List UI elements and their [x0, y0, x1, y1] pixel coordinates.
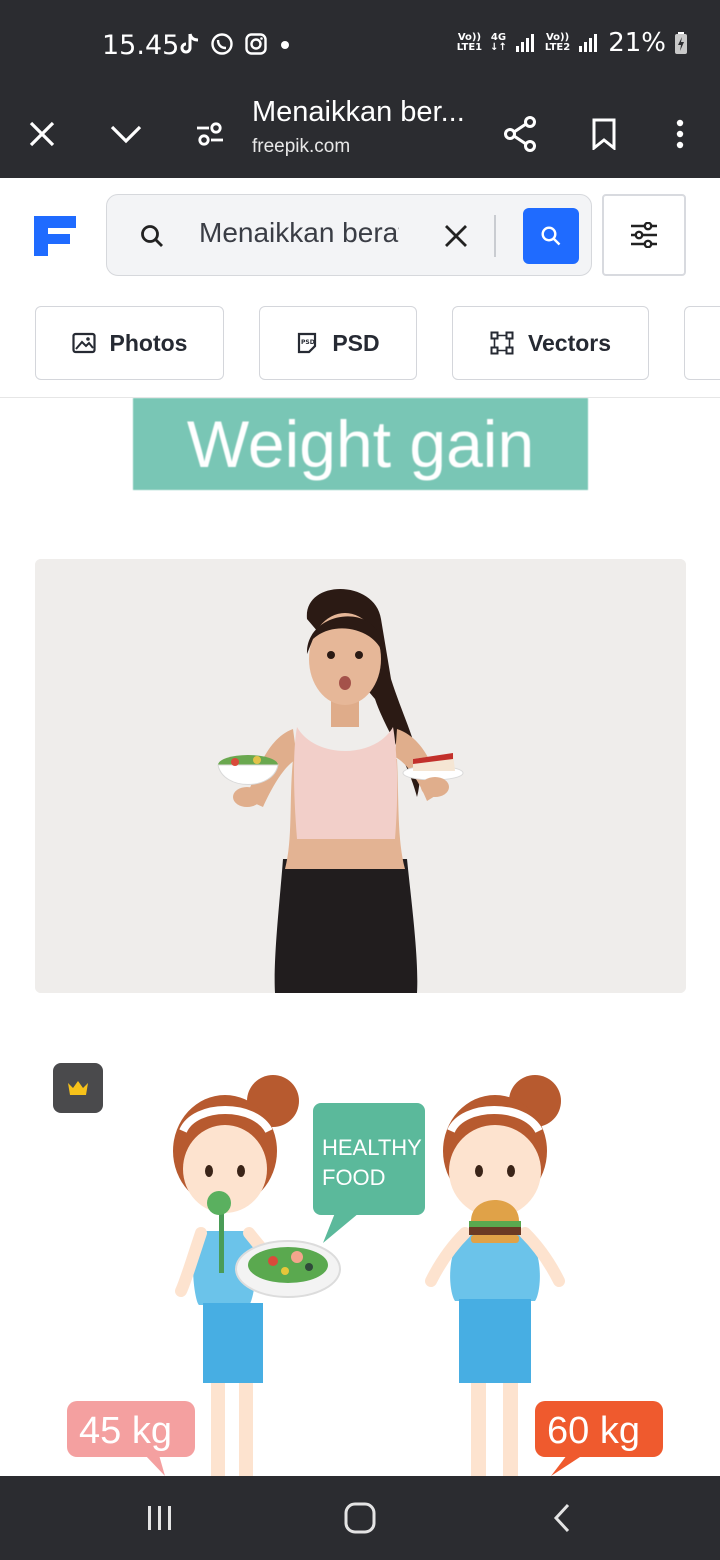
page-title: Menaikkan ber... [252, 96, 465, 128]
site-header: Menaikkan berat Photos PSD PSD Vectors [0, 178, 720, 398]
bubble-text-line1: HEALTHY [322, 1135, 422, 1160]
status-bar: 15.45 Vo)) LTE1 4G ↓↑ Vo)) LTE2 21% [0, 0, 720, 90]
bookmark-icon [592, 118, 616, 150]
filter-chip-more[interactable] [684, 306, 720, 380]
result-photo-card[interactable] [35, 559, 686, 993]
clear-search-icon[interactable] [441, 221, 471, 251]
filter-chip-label: Photos [109, 329, 188, 356]
sim2-label: Vo)) LTE2 [544, 32, 571, 53]
premium-badge [53, 1063, 103, 1113]
image-icon [71, 332, 96, 354]
battery-level: 21% [608, 28, 666, 58]
notification-dot-icon [281, 41, 289, 49]
search-input[interactable]: Menaikkan berat [199, 217, 399, 249]
battery-charging-icon [675, 32, 687, 54]
right-weight-label: 60 kg [547, 1410, 640, 1452]
results-grid: Weight gain HEALTHY FOOD 45 kg 60 kg [0, 398, 720, 1476]
share-icon [504, 116, 536, 152]
freepik-logo-icon [34, 216, 76, 256]
search-divider [494, 215, 496, 257]
bubble-text-line2: FOOD [322, 1165, 386, 1190]
banner-text: Weight gain [186, 407, 535, 481]
vectors-icon [490, 331, 514, 355]
status-time: 15.45 [102, 30, 180, 61]
signal-icon [579, 34, 598, 52]
minimize-tab-button[interactable] [98, 106, 154, 162]
search-icon [141, 225, 163, 247]
bookmark-button[interactable] [576, 106, 632, 162]
search-bar[interactable]: Menaikkan berat [106, 194, 592, 276]
woman-with-food-photo [35, 559, 686, 993]
search-submit-button[interactable] [523, 208, 579, 264]
svg-text:PSD: PSD [301, 339, 315, 346]
crown-icon [68, 1081, 88, 1095]
freepik-logo[interactable] [34, 216, 76, 256]
filters-button[interactable] [602, 194, 686, 276]
result-banner[interactable]: Weight gain [133, 398, 588, 490]
page-url: freepik.com [252, 136, 351, 157]
more-vert-icon [676, 119, 684, 149]
signal-icon [515, 34, 534, 52]
search-icon [541, 226, 561, 246]
network-type-label: 4G ↓↑ [490, 32, 507, 53]
result-illustration-card[interactable]: HEALTHY FOOD 45 kg 60 kg [35, 1053, 686, 1476]
whatsapp-icon [211, 33, 233, 55]
tiktok-icon [180, 33, 199, 54]
chevron-down-icon [110, 125, 142, 144]
tune-icon [197, 122, 223, 146]
filter-chip-label: Vectors [527, 329, 612, 356]
filter-chip-vectors[interactable]: Vectors [452, 306, 649, 380]
healthy-food-illustration: HEALTHY FOOD 45 kg 60 kg [35, 1053, 686, 1476]
instagram-icon [245, 33, 267, 55]
back-icon [553, 1503, 570, 1533]
recents-icon [148, 1506, 171, 1530]
close-tab-button[interactable] [14, 106, 70, 162]
system-navigation-bar [0, 1476, 720, 1560]
home-icon [344, 1502, 376, 1534]
recent-apps-button[interactable] [130, 1496, 190, 1540]
site-settings-button[interactable] [182, 106, 238, 162]
filter-chip-label: PSD [332, 329, 380, 356]
filter-chip-photos[interactable]: Photos [35, 306, 224, 380]
close-icon [29, 121, 55, 147]
left-weight-label: 45 kg [79, 1410, 172, 1452]
browser-toolbar: Menaikkan ber... freepik.com [0, 90, 720, 178]
more-options-button[interactable] [652, 106, 708, 162]
sim1-label: Vo)) LTE1 [456, 32, 483, 53]
status-app-icons [178, 32, 292, 56]
share-button[interactable] [492, 106, 548, 162]
filter-chip-psd[interactable]: PSD PSD [259, 306, 417, 380]
status-indicators: Vo)) LTE1 4G ↓↑ Vo)) LTE2 21% [457, 28, 688, 58]
psd-icon: PSD [298, 332, 317, 354]
home-button[interactable] [330, 1496, 390, 1540]
back-button[interactable] [532, 1496, 592, 1540]
sliders-icon [631, 222, 657, 248]
